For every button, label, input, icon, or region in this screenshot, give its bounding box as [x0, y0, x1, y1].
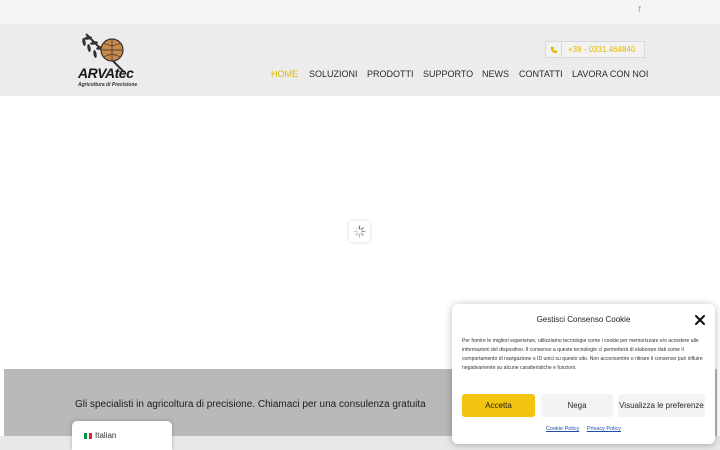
cookie-dialog-body: Per fornire le migliori esperienze, util…: [462, 338, 703, 371]
italy-flag-icon: [84, 432, 93, 439]
cookie-dialog-title: Gestisci Consenso Cookie: [536, 315, 631, 324]
loading-spinner: [349, 221, 370, 242]
deny-button[interactable]: Nega: [541, 394, 613, 417]
nav-news[interactable]: NEWS: [482, 69, 509, 79]
nav-soluzioni[interactable]: SOLUZIONI: [309, 69, 358, 79]
view-preferences-button[interactable]: Visualizza le preferenze: [618, 394, 705, 417]
privacy-policy-link[interactable]: Privacy Policy: [587, 426, 621, 432]
cookie-policy-links: Cookie Policy Privacy Policy: [452, 426, 715, 432]
nav-prodotti[interactable]: PRODOTTI: [367, 69, 414, 79]
phone-icon: [546, 42, 562, 57]
close-icon[interactable]: [694, 314, 706, 326]
cookie-consent-dialog: Gestisci Consenso Cookie Per fornire le …: [452, 304, 715, 444]
logo-wordmark[interactable]: ARVAtec: [78, 65, 134, 81]
phone-box[interactable]: +39 - 0331.464840: [545, 41, 645, 58]
spinner-icon: [353, 225, 366, 238]
nav-lavora-con-noi[interactable]: LAVORA CON NOI: [572, 69, 648, 79]
nav-contatti[interactable]: CONTATTI: [519, 69, 563, 79]
banner-text: Gli specialisti in agricoltura di precis…: [75, 399, 426, 410]
nav-supporto[interactable]: SUPPORTO: [423, 69, 473, 79]
top-bar: f: [0, 0, 720, 24]
phone-number[interactable]: +39 - 0331.464840: [562, 45, 635, 54]
logo-tagline: Agricoltura di Precisione: [78, 82, 138, 88]
site-header: ARVAtec Agricoltura di Precisione +39 - …: [0, 24, 720, 96]
cookie-policy-link[interactable]: Cookie Policy: [546, 426, 579, 432]
facebook-icon[interactable]: f: [638, 5, 641, 14]
nav-home[interactable]: HOME: [271, 69, 298, 79]
accept-button[interactable]: Accetta: [462, 394, 535, 417]
language-label: Italian: [95, 431, 117, 440]
language-switcher[interactable]: Italian: [72, 421, 172, 450]
